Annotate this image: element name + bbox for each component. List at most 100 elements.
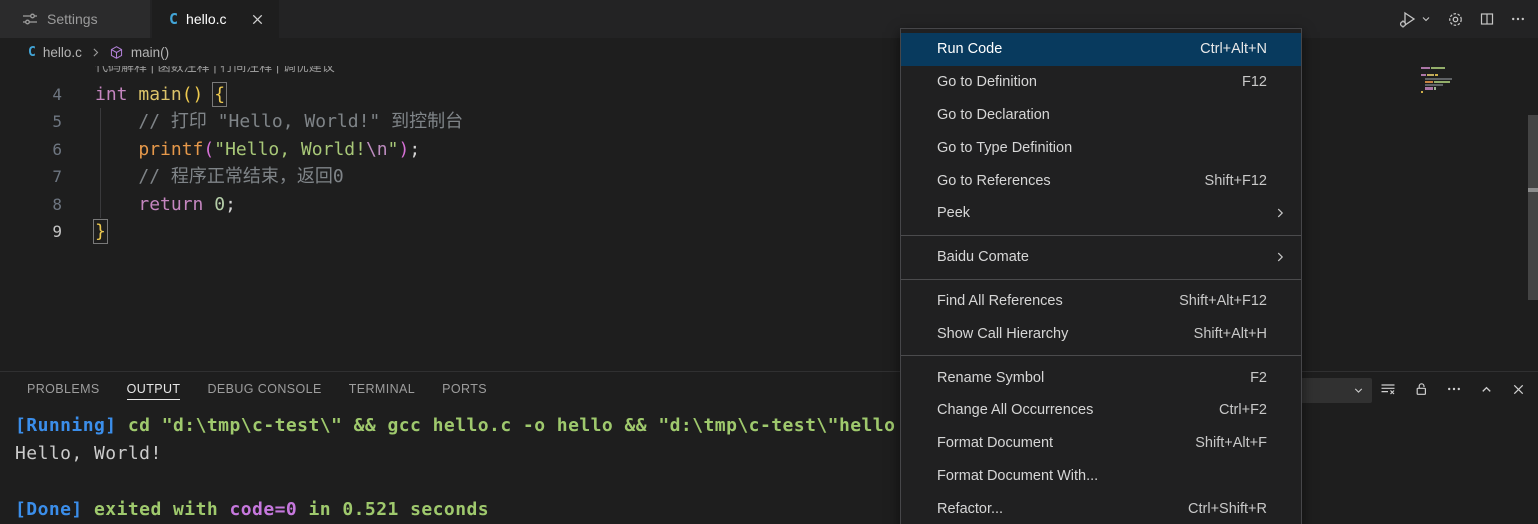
menu-item-shortcut: F2 — [1250, 370, 1267, 386]
menu-item-baidu-comate[interactable]: Baidu Comate — [901, 241, 1301, 274]
menu-item-shortcut: F12 — [1242, 74, 1267, 90]
code-text: // 打印 "Hello, World!" 到控制台 — [95, 108, 463, 136]
line-number: 5 — [0, 108, 62, 136]
menu-item-shortcut: Shift+Alt+F — [1195, 435, 1267, 451]
line-number: 6 — [0, 136, 62, 164]
indent-guide — [100, 108, 101, 218]
menu-item-label: Refactor... — [937, 501, 1188, 517]
ellipsis-icon[interactable] — [1446, 381, 1462, 397]
menu-item-shortcut: Ctrl+F2 — [1219, 402, 1267, 418]
menu-item-refactor[interactable]: Refactor...Ctrl+Shift+R — [901, 492, 1301, 524]
code-line: 5 // 打印 "Hello, World!" 到控制台 — [0, 108, 463, 136]
menu-item-go-to-declaration[interactable]: Go to Declaration — [901, 99, 1301, 132]
code-line: 6 printf("Hello, World!\n"); — [0, 136, 463, 164]
breadcrumb: C hello.c main() — [0, 38, 1538, 66]
menu-item-label: Go to Type Definition — [937, 140, 1281, 156]
minimap-line — [1425, 78, 1469, 80]
c-file-icon: C — [28, 46, 36, 59]
breadcrumb-file[interactable]: hello.c — [43, 45, 82, 60]
menu-item-label: Run Code — [937, 41, 1200, 57]
menu-separator — [901, 279, 1301, 280]
code-editor: 代码解释 | 函数注释 | 行间注释 | 调优建议 4int main() {5… — [0, 66, 1538, 371]
menu-item-shortcut: Shift+Alt+F12 — [1179, 293, 1267, 309]
code-text: } — [95, 218, 106, 246]
menu-item-shortcut: Ctrl+Shift+R — [1188, 501, 1267, 517]
menu-item-label: Change All Occurrences — [937, 402, 1219, 418]
chevron-down-icon — [1352, 384, 1365, 397]
menu-item-shortcut: Shift+F12 — [1205, 173, 1267, 189]
menu-item-show-call-hierarchy[interactable]: Show Call HierarchyShift+Alt+H — [901, 317, 1301, 350]
panel-tab-problems[interactable]: PROBLEMS — [21, 372, 106, 406]
menu-item-label: Format Document — [937, 435, 1195, 451]
minimap[interactable] — [1421, 67, 1469, 94]
menu-item-format-document-with[interactable]: Format Document With... — [901, 460, 1301, 493]
menu-item-find-all-references[interactable]: Find All ReferencesShift+Alt+F12 — [901, 285, 1301, 318]
tab-label: Settings — [47, 11, 98, 27]
menu-item-run-code[interactable]: Run CodeCtrl+Alt+N — [901, 33, 1301, 66]
menu-item-label: Go to References — [937, 173, 1205, 189]
codelens-links[interactable]: 代码解释 | 函数注释 | 行间注释 | 调优建议 — [0, 66, 463, 81]
code-line: 7 // 程序正常结束，返回0 — [0, 163, 463, 191]
code-rows: 代码解释 | 函数注释 | 行间注释 | 调优建议 4int main() {5… — [0, 66, 463, 246]
gear-icon[interactable] — [1447, 11, 1464, 28]
unlock-icon[interactable] — [1413, 381, 1429, 397]
menu-item-label: Baidu Comate — [937, 249, 1273, 265]
c-file-icon: C — [169, 12, 178, 27]
settings-sliders-icon — [22, 11, 38, 27]
menu-item-label: Go to Definition — [937, 74, 1242, 90]
line-number: 9 — [0, 218, 62, 246]
minimap-line — [1421, 74, 1469, 76]
panel-tab-terminal[interactable]: TERMINAL — [343, 372, 421, 406]
editor-tab-bar: Settings C hello.c — [0, 0, 1538, 38]
minimap-line — [1421, 67, 1469, 69]
menu-item-label: Find All References — [937, 293, 1179, 309]
run-or-debug-icon — [1398, 9, 1418, 29]
menu-item-label: Go to Declaration — [937, 107, 1281, 123]
minimap-line — [1425, 81, 1469, 83]
symbol-cube-icon — [109, 45, 124, 60]
panel-header: PROBLEMS OUTPUT DEBUG CONSOLE TERMINAL PORTS — [0, 372, 1538, 406]
tab-hello-c[interactable]: C hello.c — [152, 0, 279, 38]
menu-separator — [901, 235, 1301, 236]
code-text: int main() { — [95, 81, 225, 109]
menu-item-label: Peek — [937, 205, 1273, 221]
code-line: 8 return 0; — [0, 191, 463, 219]
chevron-down-icon — [1420, 13, 1432, 25]
line-number: 8 — [0, 191, 62, 219]
menu-separator — [901, 355, 1301, 356]
menu-item-peek[interactable]: Peek — [901, 197, 1301, 230]
panel-tab-debug-console[interactable]: DEBUG CONSOLE — [201, 372, 327, 406]
menu-item-label: Rename Symbol — [937, 370, 1250, 386]
menu-item-go-to-type-definition[interactable]: Go to Type Definition — [901, 131, 1301, 164]
chevron-up-icon[interactable] — [1479, 382, 1494, 397]
code-line: 9} — [0, 218, 463, 246]
submenu-chevron-icon — [1273, 206, 1287, 220]
bottom-panel: PROBLEMS OUTPUT DEBUG CONSOLE TERMINAL PORTS — [0, 371, 1538, 524]
close-icon[interactable] — [250, 12, 265, 27]
menu-item-go-to-references[interactable]: Go to ReferencesShift+F12 — [901, 164, 1301, 197]
menu-item-go-to-definition[interactable]: Go to DefinitionF12 — [901, 66, 1301, 99]
panel-tab-output[interactable]: OUTPUT — [121, 372, 187, 406]
code-text: // 程序正常结束，返回0 — [95, 163, 344, 191]
minimap-line — [1425, 84, 1469, 86]
code-text: printf("Hello, World!\n"); — [95, 136, 420, 164]
close-icon[interactable] — [1511, 382, 1526, 397]
clear-output-icon[interactable] — [1380, 381, 1396, 397]
tab-settings[interactable]: Settings — [0, 0, 150, 38]
ellipsis-icon[interactable] — [1510, 11, 1526, 27]
panel-tab-ports[interactable]: PORTS — [436, 372, 493, 406]
menu-item-format-document[interactable]: Format DocumentShift+Alt+F — [901, 427, 1301, 460]
menu-item-rename-symbol[interactable]: Rename SymbolF2 — [901, 361, 1301, 394]
menu-item-change-all-occurrences[interactable]: Change All OccurrencesCtrl+F2 — [901, 394, 1301, 427]
scrollbar-thumb[interactable] — [1528, 115, 1538, 300]
vscode-window: Settings C hello.c — [0, 0, 1538, 524]
scrollbar-decoration — [1528, 188, 1538, 192]
menu-item-shortcut: Shift+Alt+H — [1194, 326, 1267, 342]
breadcrumb-symbol[interactable]: main() — [131, 45, 169, 60]
split-editor-icon[interactable] — [1479, 11, 1495, 27]
code-line: 4int main() { — [0, 81, 463, 109]
editor-scrollbar[interactable] — [1528, 66, 1538, 371]
run-or-debug-button[interactable] — [1398, 9, 1432, 29]
submenu-chevron-icon — [1273, 250, 1287, 264]
chevron-right-icon — [89, 46, 102, 59]
